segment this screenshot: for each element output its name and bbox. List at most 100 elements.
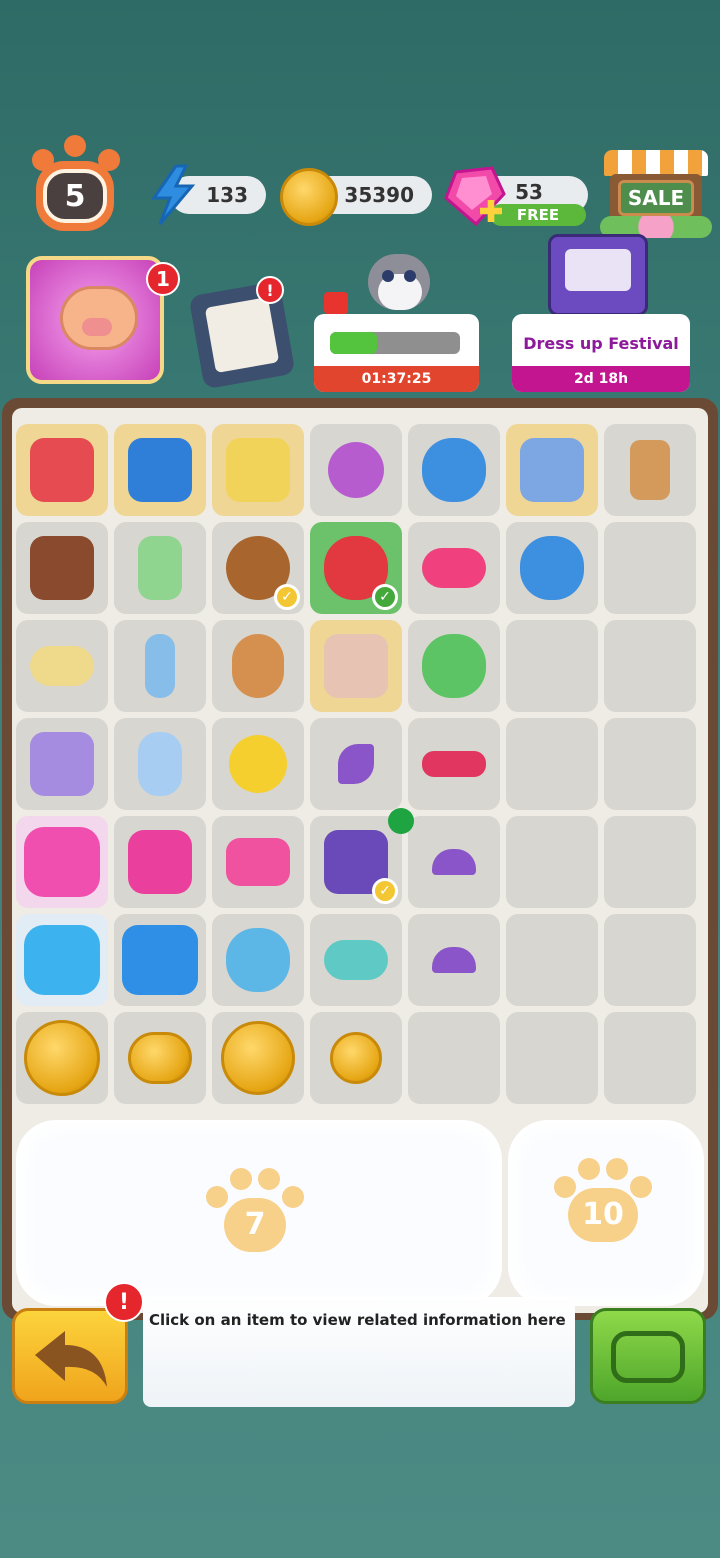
cat-progress-card[interactable]: 01:37:25	[314, 314, 479, 392]
board-cell[interactable]	[212, 816, 304, 908]
board-cell[interactable]	[212, 718, 304, 810]
dress-up-festival-button[interactable]: Dress up Festival 2d 18h	[512, 314, 690, 392]
energy-pile-icon	[24, 925, 100, 995]
empty-cell[interactable]	[506, 718, 598, 810]
fabric-piece-icon	[432, 849, 476, 875]
board-cell[interactable]	[212, 424, 304, 516]
empty-cell[interactable]	[506, 620, 598, 712]
new-item-dot	[388, 808, 414, 834]
lightning-icon	[151, 164, 196, 225]
board-cell[interactable]	[506, 424, 598, 516]
board-cell[interactable]	[408, 522, 500, 614]
festival-timer: 2d 18h	[512, 366, 690, 392]
board-cell[interactable]	[16, 620, 108, 712]
board-cell[interactable]	[310, 718, 402, 810]
board-cell[interactable]	[212, 914, 304, 1006]
board-cell[interactable]	[16, 522, 108, 614]
board-cell[interactable]	[310, 914, 402, 1006]
gems-pair-icon	[226, 838, 290, 886]
empty-cell[interactable]	[506, 914, 598, 1006]
paw-icon: 10	[554, 1158, 652, 1244]
board-cell[interactable]	[114, 914, 206, 1006]
litter-scoop-icon	[324, 940, 388, 980]
checkmark-icon: ✓	[372, 584, 398, 610]
locked-whale-toy-icon	[226, 928, 290, 992]
board-cell[interactable]: ✓	[212, 522, 304, 614]
empty-cell[interactable]	[506, 1012, 598, 1104]
locked-area-right[interactable]: 10	[508, 1120, 704, 1306]
checkmark-icon: ✓	[372, 878, 398, 904]
checkmark-icon: ✓	[274, 584, 300, 610]
progress-track	[330, 332, 460, 354]
empty-cell[interactable]	[408, 1012, 500, 1104]
board-cell[interactable]	[16, 1012, 108, 1104]
board-cell[interactable]	[16, 816, 108, 908]
board-cell[interactable]	[408, 718, 500, 810]
arcade-machine-icon	[548, 234, 648, 316]
player-level-badge[interactable]: 5	[28, 135, 124, 235]
board-cell[interactable]	[408, 424, 500, 516]
notification-badge: 1	[146, 262, 180, 296]
board-cell[interactable]	[212, 1012, 304, 1104]
inventory-bag-button[interactable]	[590, 1308, 706, 1404]
festival-title: Dress up Festival	[523, 334, 679, 353]
coin-stack-icon	[128, 1032, 192, 1084]
locked-area-left[interactable]: 7	[16, 1120, 502, 1306]
board-cell[interactable]	[114, 522, 206, 614]
board-cell[interactable]	[408, 620, 500, 712]
undo-arrow-icon	[35, 1331, 107, 1387]
board-cell[interactable]	[506, 522, 598, 614]
gem-value: 53	[515, 180, 543, 204]
bow-tie-icon	[422, 548, 486, 588]
piggy-bank-button[interactable]	[26, 256, 164, 384]
board-cell[interactable]	[310, 1012, 402, 1104]
empty-cell[interactable]	[604, 620, 696, 712]
cat-avatar[interactable]	[362, 240, 436, 314]
board-cell[interactable]	[114, 1012, 206, 1104]
litter-scoop-icon	[30, 646, 94, 686]
fabric-piece-icon	[432, 947, 476, 973]
energy-value: 133	[206, 183, 248, 207]
board-cell[interactable]	[114, 620, 206, 712]
empty-cell[interactable]	[604, 914, 696, 1006]
empty-cell[interactable]	[604, 522, 696, 614]
item-info-panel: Click on an item to view related informa…	[143, 1297, 575, 1407]
board-cell[interactable]	[16, 718, 108, 810]
board-cell[interactable]	[114, 718, 206, 810]
sale-shop-button[interactable]: SALE	[600, 150, 712, 242]
board-grid: ✓ ✓ ✓ 7 10	[12, 408, 708, 1313]
paw-toe	[64, 135, 86, 157]
board-cell[interactable]: ✓	[310, 522, 402, 614]
board-cell[interactable]	[114, 816, 206, 908]
sale-label: SALE	[618, 180, 694, 216]
pet-carrier-icon	[128, 438, 192, 502]
board-cell[interactable]	[16, 424, 108, 516]
info-text: Click on an item to view related informa…	[149, 1311, 566, 1329]
board-cell[interactable]	[114, 424, 206, 516]
energy-cluster-icon	[122, 925, 198, 995]
paw-icon: 7	[206, 1168, 304, 1254]
board-cell[interactable]	[16, 914, 108, 1006]
heart-down-icon	[324, 292, 348, 314]
board-cell[interactable]	[408, 816, 500, 908]
fish-cookie-icon	[232, 634, 284, 698]
board-cell[interactable]	[310, 620, 402, 712]
empty-cell[interactable]	[506, 816, 598, 908]
gem-icon	[444, 166, 506, 227]
board-cell[interactable]	[408, 914, 500, 1006]
treat-box-icon	[30, 732, 94, 796]
board-cell[interactable]	[604, 424, 696, 516]
empty-cell[interactable]	[604, 1012, 696, 1104]
undo-button[interactable]	[12, 1308, 128, 1404]
board-cell[interactable]	[310, 424, 402, 516]
first-aid-bag-icon	[30, 438, 94, 502]
empty-cell[interactable]	[604, 816, 696, 908]
grooming-basket-icon	[520, 438, 584, 502]
empty-cell[interactable]	[604, 718, 696, 810]
cat-timer: 01:37:25	[314, 366, 479, 392]
flower-cat-tree-icon	[422, 634, 486, 698]
board-cell[interactable]: ✓	[310, 816, 402, 908]
face-mask-icon	[138, 732, 182, 796]
merge-board: ✓ ✓ ✓ 7 10	[2, 398, 718, 1320]
board-cell[interactable]	[212, 620, 304, 712]
